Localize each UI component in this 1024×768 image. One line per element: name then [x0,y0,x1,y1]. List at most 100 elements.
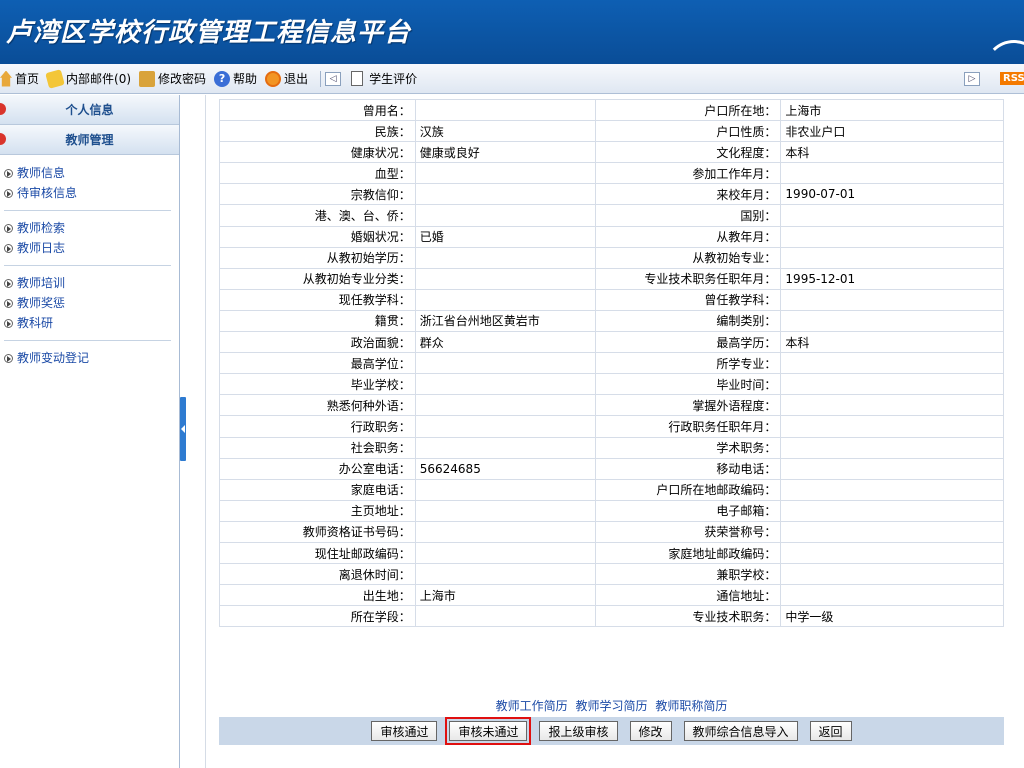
field-label: 家庭电话： [219,478,416,501]
arrow-circle-icon [4,168,13,178]
back-button[interactable]: 返回 [809,721,852,741]
sidebar-item-pending-review[interactable]: 待审核信息 [4,183,179,203]
exit-icon [265,70,282,87]
change-password-link[interactable]: 修改密码 [139,70,206,87]
tab-student-evaluation[interactable]: 学生评价 [369,70,417,87]
field-label: 获荣誉称号： [594,520,782,543]
field-value: 上海市 [780,98,1004,122]
field-label: 籍贯： [219,309,416,333]
sidebar-item-teacher-info[interactable]: 教师信息 [4,163,179,183]
field-label: 所在学段： [219,605,416,628]
field-value [414,436,596,459]
field-value: 1990-07-01 [780,183,1004,206]
field-value [414,204,596,227]
sidebar-item-label: 教师信息 [17,166,66,180]
link-study-resume[interactable]: 教师学习简历 [575,699,647,713]
table-row: 所在学段： 专业技术职务： 中学一级 [219,605,1004,628]
resume-links: 教师工作简历 教师学习简历 教师职称简历 [219,697,1004,714]
field-label: 从教初始专业分类： [219,267,416,290]
sidebar-section-personal-info[interactable]: 个人信息 [0,95,179,125]
field-label: 来校年月： [594,183,782,206]
sidebar-item-teacher-training[interactable]: 教师培训 [4,273,179,293]
field-label: 参加工作年月： [594,162,782,185]
field-value: 浙江省台州地区黄岩市 [414,309,596,333]
table-row: 熟悉何种外语： 掌握外语程度： [219,394,1004,417]
sidebar-item-rewards-penalties[interactable]: 教师奖惩 [4,293,179,313]
reject-button[interactable]: 审核未通过 [445,717,532,745]
field-label: 户口所在地邮政编码： [594,478,782,501]
field-value [780,415,1004,438]
toolbar: 首页 内部邮件(0) 修改密码 ? 帮助 退出 ◁ 学生评价 ▷ RSS [0,64,1024,94]
edit-button[interactable]: 修改 [629,721,672,741]
field-value: 群众 [414,331,596,354]
field-label: 从教初始专业： [594,246,782,269]
table-row: 婚姻状况： 已婚 从教年月： [219,225,1004,248]
arrow-circle-icon [4,278,13,288]
mail-icon [45,68,65,89]
field-label: 国别： [594,204,782,227]
home-icon [0,70,12,87]
table-row: 籍贯： 浙江省台州地区黄岩市 编制类别： [219,309,1004,333]
exit-link[interactable]: 退出 [265,70,308,87]
field-value [414,352,596,375]
rss-badge[interactable]: RSS [1000,72,1024,85]
sidebar-item-teacher-log[interactable]: 教师日志 [4,238,179,258]
field-value [780,584,1004,607]
section-bullet-icon [0,103,6,115]
table-row: 办公室电话： 56624685 移动电话： [219,457,1004,480]
field-label: 兼职学校： [594,563,782,586]
field-label: 户口所在地： [594,98,782,122]
link-work-resume[interactable]: 教师工作简历 [496,699,568,713]
field-value: 中学一级 [780,605,1004,628]
sidebar-collapse-handle[interactable] [180,397,186,461]
home-link[interactable]: 首页 [0,70,39,87]
field-label: 现住址邮政编码： [219,541,416,565]
mail-link[interactable]: 内部邮件(0) [45,68,131,89]
field-value [780,436,1004,459]
field-label: 毕业时间： [594,373,782,396]
table-row: 港、澳、台、侨： 国别： [219,204,1004,227]
toolbar-divider [320,70,322,87]
scroll-right-icon[interactable]: ▷ [964,72,980,86]
help-link[interactable]: ? 帮助 [214,70,257,87]
section-bullet-icon [0,133,6,145]
field-label: 行政职务任职年月： [594,415,782,438]
sidebar-section-teacher-management[interactable]: 教师管理 [0,125,179,155]
table-row: 政治面貌： 群众 最高学历： 本科 [219,331,1004,354]
arrow-circle-icon [4,223,13,233]
field-value [414,605,596,628]
banner-decoration [984,40,1024,64]
field-label: 电子邮箱： [594,499,782,522]
import-info-button[interactable]: 教师综合信息导入 [683,721,798,741]
field-label: 办公室电话： [219,457,416,480]
scroll-left-icon[interactable]: ◁ [325,71,342,86]
arrow-circle-icon [4,243,13,253]
field-label: 出生地： [219,584,416,607]
sidebar-divider [4,340,171,341]
field-label: 社会职务： [219,436,416,459]
field-value: 汉族 [414,120,596,143]
field-label: 健康状况： [219,141,416,164]
field-value [414,520,596,543]
sidebar-item-label: 教师变动登记 [17,351,90,365]
table-row: 离退休时间： 兼职学校： [219,563,1004,586]
field-value [414,288,596,311]
sidebar-item-change-registration[interactable]: 教师变动登记 [4,348,179,368]
sidebar-divider [4,265,171,266]
approve-button[interactable]: 审核通过 [371,721,438,741]
link-title-resume[interactable]: 教师职称简历 [655,699,727,713]
field-value: 健康或良好 [414,141,596,164]
exit-label: 退出 [284,72,309,86]
main-content: 曾用名： 户口所在地： 上海市 民族： 汉族 户口性质： 非农业户口 健康状况： 健康或良好 文化… [205,95,1024,768]
field-label: 编制类别： [594,309,782,333]
teacher-info-table: 曾用名： 户口所在地： 上海市 民族： 汉族 户口性质： 非农业户口 健康状况： 健康或良好 文化… [219,98,1004,628]
field-value [780,373,1004,396]
home-label: 首页 [15,72,40,86]
field-value [780,478,1004,501]
sidebar-item-research[interactable]: 教科研 [4,313,179,333]
action-bar: 审核通过 审核未通过 报上级审核 修改 教师综合信息导入 返回 [219,717,1004,745]
field-label: 家庭地址邮政编码： [594,541,782,565]
sidebar-item-teacher-search[interactable]: 教师检索 [4,218,179,238]
submit-to-superior-button[interactable]: 报上级审核 [539,721,618,741]
table-row: 宗教信仰： 来校年月： 1990-07-01 [219,183,1004,206]
